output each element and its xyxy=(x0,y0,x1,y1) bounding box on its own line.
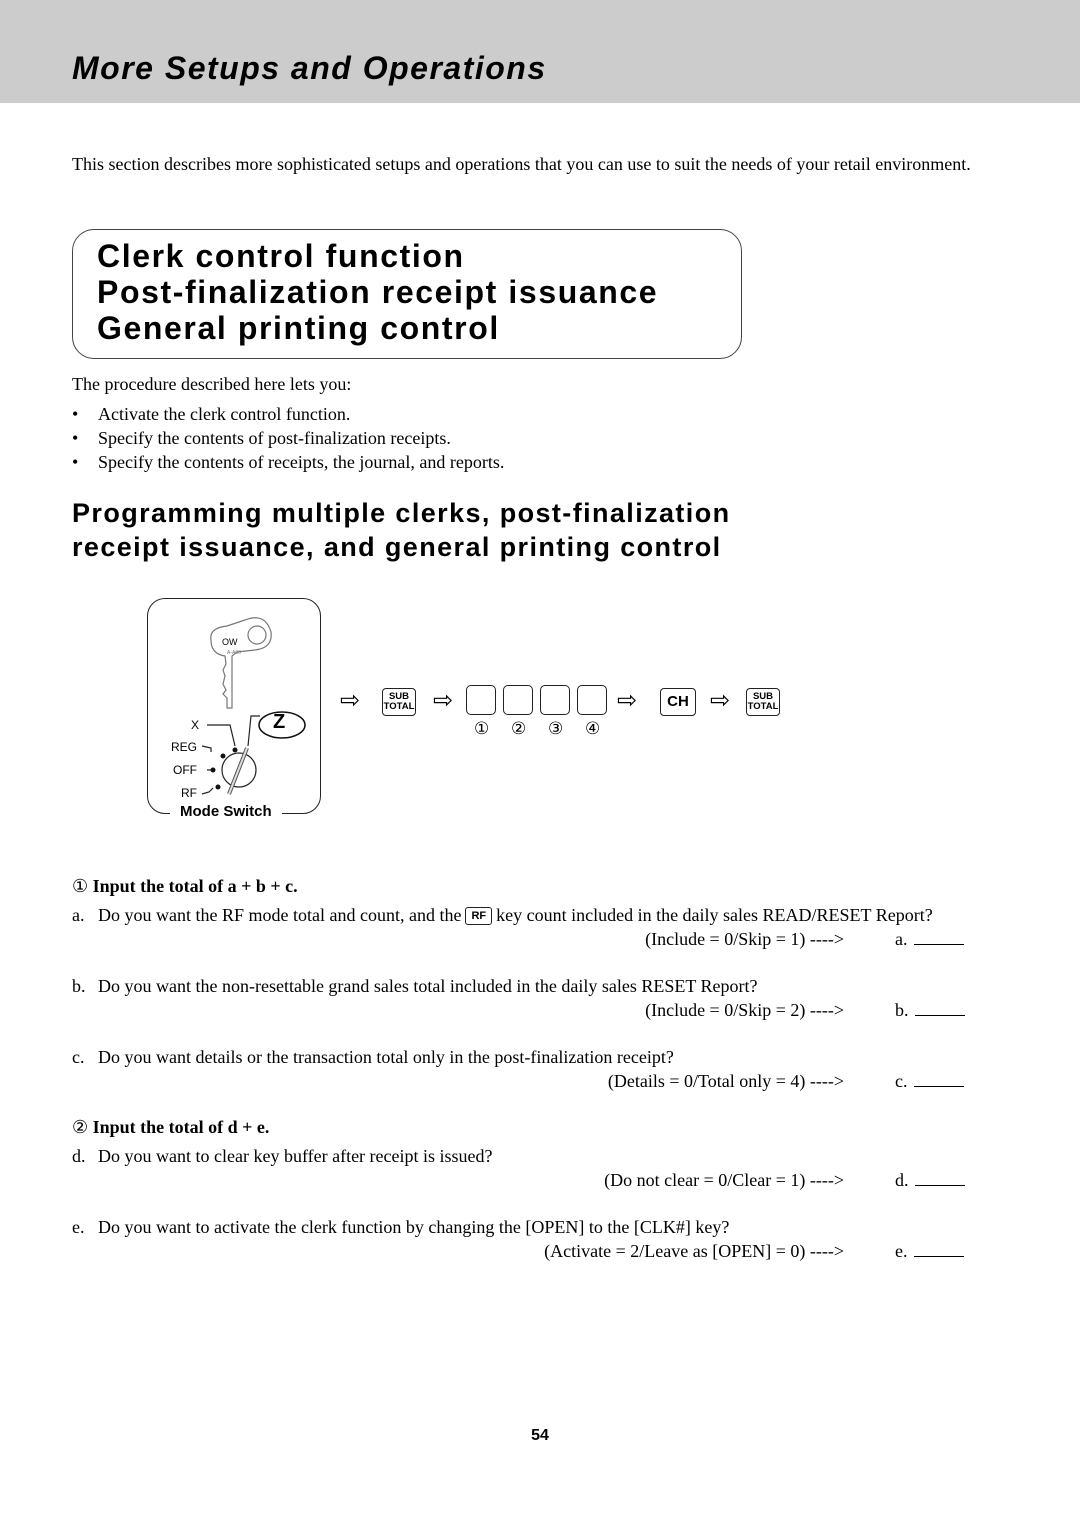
subtotal-key: SUB TOTAL xyxy=(746,688,780,716)
arrow-icon: ⇨ xyxy=(433,688,454,714)
digit-marker: ② xyxy=(511,719,527,738)
question-label: a. xyxy=(72,905,85,925)
list-item: • Activate the clerk control function. xyxy=(72,402,504,426)
question-label: c. xyxy=(72,1047,85,1067)
arrow-icon: ⇨ xyxy=(340,688,361,714)
feature-title-line: Clerk control function xyxy=(97,238,465,274)
question-a-options: (Include = 0/Skip = 1) ----> xyxy=(645,929,844,949)
question-e-options: (Activate = 2/Leave as [OPEN] = 0) ----> xyxy=(544,1241,844,1261)
answer-e: e. xyxy=(895,1241,964,1262)
list-item: • Specify the contents of receipts, the j… xyxy=(72,450,504,474)
answer-label: b. xyxy=(895,1000,909,1020)
question-text: Do you want to clear key buffer after re… xyxy=(98,1146,493,1166)
answer-e-blank[interactable] xyxy=(913,1242,964,1257)
step-title: Input the total of a + b + c. xyxy=(92,876,298,896)
arrow-icon: ⇨ xyxy=(617,688,638,714)
step-1-heading: ① Input the total of a + b + c. xyxy=(72,876,298,897)
question-text: key count included in the daily sales RE… xyxy=(496,905,933,925)
answer-d: d. xyxy=(895,1170,965,1191)
list-item-text: Activate the clerk control function. xyxy=(98,404,351,424)
list-item-text: Specify the contents of receipts, the jo… xyxy=(98,452,505,472)
page-title: More Setups and Operations xyxy=(72,50,547,86)
digit-marker: ③ xyxy=(548,719,564,738)
subtotal-key: SUB TOTAL xyxy=(382,688,416,716)
section-heading: Programming multiple clerks, post-finali… xyxy=(72,496,731,564)
answer-d-blank[interactable] xyxy=(914,1171,965,1186)
digit-marker: ④ xyxy=(585,719,601,738)
digit-key-3 xyxy=(540,685,570,715)
question-e: e. Do you want to activate the clerk func… xyxy=(72,1217,729,1238)
question-c-options: (Details = 0/Total only = 4) ----> xyxy=(607,1071,844,1091)
page-number: 54 xyxy=(531,1427,549,1444)
digit-marker: ① xyxy=(474,719,490,738)
list-item-text: Specify the contents of post-finalizatio… xyxy=(98,428,451,448)
question-d: d. Do you want to clear key buffer after … xyxy=(72,1146,493,1167)
key-label: TOTAL xyxy=(383,701,415,712)
answer-label: d. xyxy=(895,1170,909,1190)
digit-key-4 xyxy=(577,685,607,715)
feature-title-line: General printing control xyxy=(97,310,500,346)
mode-position-label: RF xyxy=(181,786,197,800)
key-label: TOTAL xyxy=(747,701,779,712)
step-marker: ② xyxy=(72,1117,89,1137)
key-icon xyxy=(210,617,272,709)
answer-a-blank[interactable] xyxy=(913,930,964,945)
question-b-options: (Include = 0/Skip = 2) ----> xyxy=(645,1000,844,1020)
question-text: Do you want the non-resettable grand sal… xyxy=(98,976,758,996)
answer-a: a. xyxy=(895,929,964,950)
step-title: Input the total of d + e. xyxy=(92,1117,270,1137)
feature-title-line: Post-finalization receipt issuance xyxy=(97,274,659,310)
mode-position-label: OFF xyxy=(173,763,197,777)
mode-switch-label: Mode Switch xyxy=(170,803,282,820)
mode-position-label: REG xyxy=(171,740,198,754)
answer-label: e. xyxy=(895,1241,908,1261)
arrow-icon: ⇨ xyxy=(710,688,731,714)
bullet-icon: • xyxy=(72,428,79,448)
procedure-lead: The procedure described here lets you: xyxy=(72,374,352,394)
question-d-options: (Do not clear = 0/Clear = 1) ----> xyxy=(604,1170,844,1190)
mode-position-label: X xyxy=(191,718,200,732)
dial-icon xyxy=(201,715,260,795)
ch-key: CH xyxy=(660,688,696,716)
question-label: b. xyxy=(72,976,86,996)
mode-switch-illustration xyxy=(201,617,306,795)
step-marker: ① xyxy=(72,876,89,896)
question-label: d. xyxy=(72,1146,86,1166)
question-c: c. Do you want details or the transaction… xyxy=(72,1047,674,1068)
answer-label: a. xyxy=(895,929,908,949)
intro-paragraph: This section describes more sophisticate… xyxy=(72,154,971,174)
answer-c-blank[interactable] xyxy=(913,1072,964,1087)
key-code: A-A00 xyxy=(227,650,241,656)
section-heading-line: receipt issuance, and general printing c… xyxy=(72,532,722,562)
step-2-heading: ② Input the total of d + e. xyxy=(72,1117,269,1138)
rf-key: RF xyxy=(465,907,493,925)
answer-c: c. xyxy=(895,1071,964,1092)
selected-mode: Z xyxy=(273,711,286,733)
section-heading-line: Programming multiple clerks, post-finali… xyxy=(72,498,731,528)
key-text: OW xyxy=(222,637,238,647)
procedure-list: • Activate the clerk control function. • S… xyxy=(72,402,504,474)
answer-label: c. xyxy=(895,1071,908,1091)
list-item: • Specify the contents of post-finalizati… xyxy=(72,426,504,450)
question-a: a. Do you want the RF mode total and coun… xyxy=(72,905,933,926)
question-text: Do you want the RF mode total and count,… xyxy=(98,905,462,925)
bullet-icon: • xyxy=(72,404,79,424)
digit-key-2 xyxy=(503,685,533,715)
bullet-icon: • xyxy=(72,452,79,472)
answer-b: b. xyxy=(895,1000,965,1021)
answer-b-blank[interactable] xyxy=(914,1001,965,1016)
digit-key-1 xyxy=(466,685,496,715)
question-text: Do you want details or the transaction t… xyxy=(98,1047,674,1067)
question-text: Do you want to activate the clerk functi… xyxy=(98,1217,730,1237)
feature-title-box: Clerk control function Post-finalization… xyxy=(72,229,742,359)
question-b: b. Do you want the non-resettable grand s… xyxy=(72,976,758,997)
question-label: e. xyxy=(72,1217,85,1237)
